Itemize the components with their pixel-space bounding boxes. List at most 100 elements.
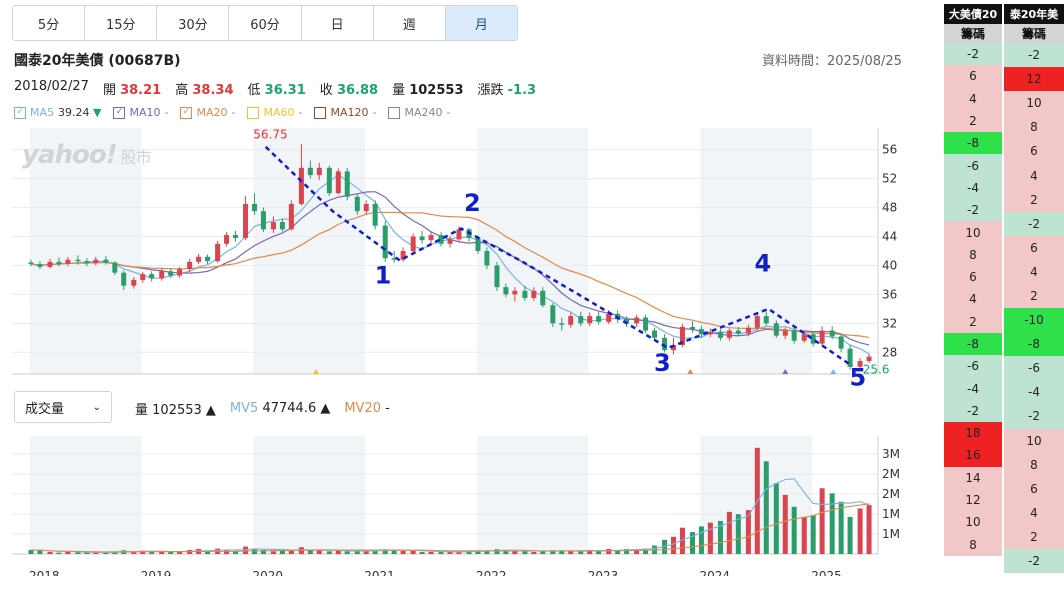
page-title: 國泰20年美債 (00687B): [14, 53, 181, 69]
volume-value: 102553: [409, 83, 464, 98]
open-label: 開: [102, 83, 116, 98]
mv20-value: -: [385, 401, 390, 416]
chip-cell: 10: [1004, 91, 1064, 116]
chip-cell: 4: [944, 288, 1002, 311]
candle-body: [606, 313, 612, 322]
candle-body: [37, 264, 43, 267]
candle-body: [475, 237, 481, 251]
wave-label-3: 3: [654, 349, 671, 377]
chip-cell: 10: [1004, 428, 1064, 453]
event-marker-icon: [830, 369, 837, 374]
ma-legend-item[interactable]: ✓ MA20-: [180, 106, 235, 119]
tab-5[interactable]: 週: [374, 6, 446, 40]
checkbox-icon[interactable]: ✓: [113, 106, 126, 119]
candle-body: [410, 236, 416, 251]
volume-bar: [606, 548, 612, 554]
ma-legend-item[interactable]: ✓ MA10-: [113, 106, 168, 119]
volume-legend: 量 102553 ▲ MV5 47744.6 ▲ MV20 -: [135, 399, 390, 418]
price-tick-label: 32: [882, 316, 897, 330]
ma-value: 39.24 ▼: [58, 106, 102, 119]
price-tick-label: 40: [882, 258, 897, 272]
candle-body: [419, 236, 425, 241]
checkbox-icon[interactable]: [388, 106, 401, 119]
candle-body: [65, 259, 71, 265]
volume-bar: [37, 550, 43, 554]
volume-bar: [159, 551, 165, 554]
chip-cell: 2: [1004, 187, 1064, 212]
candle-body: [782, 330, 788, 336]
chip-cell: -2: [1004, 548, 1064, 574]
chip-cell: -4: [1004, 380, 1064, 405]
chip-cell: 2: [944, 109, 1002, 133]
x-tick-label: 2019: [141, 569, 172, 576]
vol-value: 102553 ▲: [152, 403, 216, 418]
chip-cell: -2: [944, 399, 1002, 423]
tab-2[interactable]: 30分: [157, 6, 230, 40]
candle-body: [866, 356, 872, 361]
ma-label: MA10: [129, 106, 161, 119]
price-tick-label: 44: [882, 230, 897, 244]
candle-body: [344, 171, 350, 197]
tab-3[interactable]: 60分: [229, 6, 302, 40]
chip-cell: 4: [944, 87, 1002, 110]
chip-cell: 12: [1004, 67, 1064, 92]
event-marker-icon: [687, 369, 694, 374]
tab-6[interactable]: 月: [445, 6, 517, 40]
candle-body: [634, 317, 640, 324]
close-label: 收: [319, 83, 333, 98]
chip-cell: -6: [944, 355, 1002, 378]
chip-cell: 6: [1004, 476, 1064, 501]
price-tick-label: 28: [882, 345, 897, 359]
chip-cell: 10: [944, 221, 1002, 244]
candle-body: [224, 235, 230, 244]
wave-label-4: 4: [755, 249, 772, 277]
ma-legend-item[interactable]: MA240-: [388, 106, 450, 119]
candle-body: [754, 316, 760, 328]
volume-tick-label: 3M: [882, 447, 900, 461]
close-value: 36.88: [336, 83, 379, 98]
chip-cell: -2: [1004, 211, 1064, 236]
volume-bar: [707, 522, 713, 554]
mv20-label: MV20: [344, 401, 381, 416]
chip-cell: -6: [944, 154, 1002, 177]
candle-body: [205, 256, 211, 262]
chip-cell: 8: [944, 533, 1002, 556]
chip-cell: -8: [1004, 332, 1064, 357]
price-tick-label: 48: [882, 201, 897, 215]
ma-value: -: [372, 106, 377, 119]
ma-legend-item[interactable]: MA120-: [314, 106, 376, 119]
ma-value: -: [164, 106, 169, 119]
chip-table-subheader: 籌碼: [944, 24, 1002, 43]
candle-body: [810, 334, 816, 344]
chip-cell: -4: [944, 176, 1002, 200]
candle-body: [243, 203, 249, 238]
price-tick-label: 36: [882, 287, 897, 301]
quote-date: 2018/02/27: [14, 79, 89, 94]
chip-cell: 2: [1004, 524, 1064, 549]
candle-body: [717, 332, 723, 338]
chip-table-header: 大美債20: [944, 4, 1002, 24]
ma-legend-item[interactable]: MA60-: [247, 106, 302, 119]
checkbox-icon[interactable]: [247, 106, 260, 119]
volume-tick-label: 1M: [882, 527, 900, 541]
volume-indicator-select[interactable]: 成交量 ⌄: [14, 391, 112, 423]
chip-cell: 6: [944, 65, 1002, 88]
volume-bar: [56, 552, 62, 554]
ma-value: -: [298, 106, 303, 119]
candle-body: [363, 203, 369, 212]
tab-1[interactable]: 15分: [85, 6, 158, 40]
checkbox-icon[interactable]: ✓: [14, 106, 26, 119]
ma-legend-item[interactable]: ✓ MA5 39.24 ▼: [14, 106, 101, 119]
candle-body: [251, 203, 257, 212]
candle-body: [260, 211, 266, 230]
chip-cell: -10: [1004, 308, 1064, 333]
checkbox-icon[interactable]: [314, 106, 327, 119]
volume-tick-label: 2M: [882, 467, 900, 481]
ma-label: MA5: [30, 106, 55, 119]
watermark-suffix: 股市: [120, 148, 152, 167]
chip-cell: 8: [944, 243, 1002, 266]
vol-label: 量: [135, 403, 149, 418]
tab-4[interactable]: 日: [302, 6, 374, 40]
tab-0[interactable]: 5分: [13, 6, 86, 40]
checkbox-icon[interactable]: ✓: [180, 106, 193, 119]
